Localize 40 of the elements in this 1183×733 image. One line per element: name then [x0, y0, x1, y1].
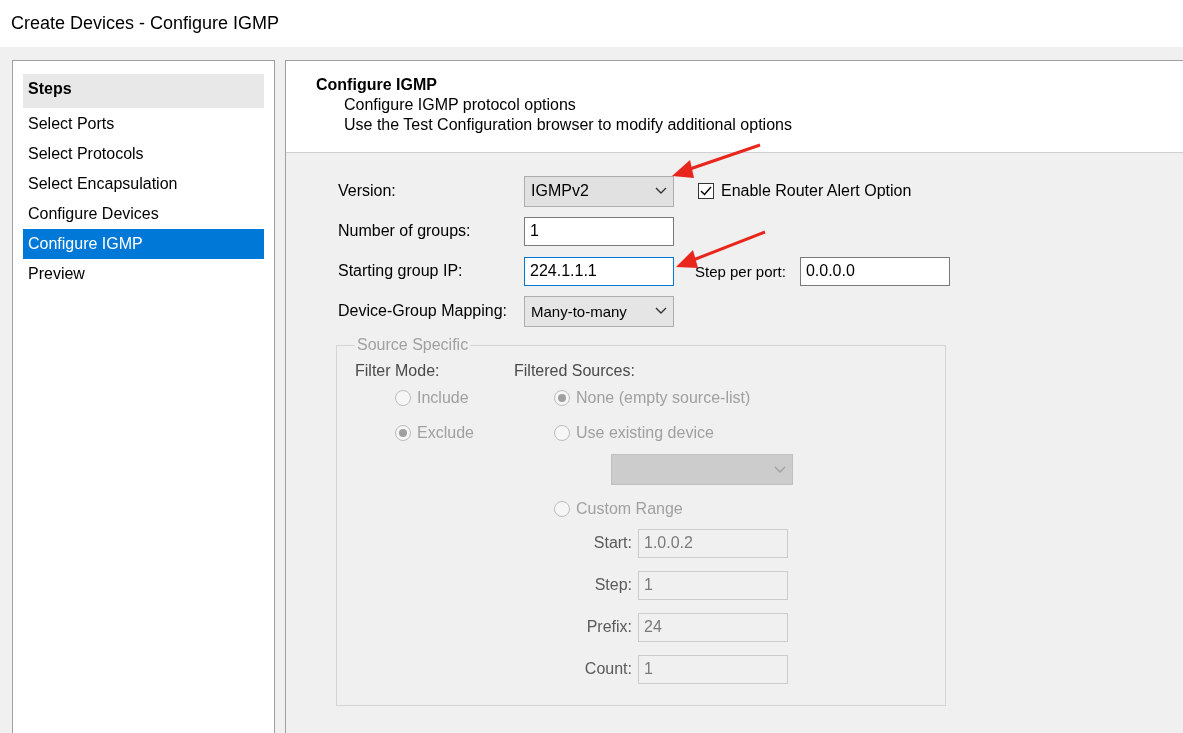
field-label: Device-Group Mapping: — [338, 302, 508, 320]
mapping-dropdown[interactable]: Many-to-many — [524, 295, 674, 327]
field-label: Prefix: — [585, 618, 633, 636]
radio-label: None (empty source-list) — [576, 388, 751, 407]
checkbox-label: Enable Router Alert Option — [721, 182, 912, 200]
field-label: Version: — [338, 182, 397, 200]
field-label: Step per port: — [695, 262, 786, 280]
field-label: Step: — [593, 576, 633, 594]
page-title: Configure IGMP — [316, 75, 438, 95]
caret-icon — [655, 187, 667, 195]
steps-title: Steps — [23, 74, 264, 108]
radio-label: Custom Range — [576, 499, 683, 518]
description-text: Configure IGMP protocol options — [343, 95, 577, 115]
caret-icon — [655, 307, 667, 315]
caret-icon — [774, 465, 786, 474]
arrow-icon — [672, 143, 761, 178]
field-label: Number of groups: — [338, 222, 472, 240]
field-label: Starting group IP: — [338, 262, 464, 280]
step-item[interactable]: Configure IGMP — [23, 229, 264, 259]
step-item[interactable]: Select Protocols — [23, 139, 264, 169]
window-title: Create Devices - Configure IGMP — [11, 13, 280, 34]
input-field[interactable]: 224.1.1.1 — [524, 256, 674, 286]
arrow-icon — [676, 230, 766, 268]
radio-label: Include — [417, 388, 469, 407]
version-dropdown[interactable]: IGMPv2 — [524, 175, 674, 207]
radio-label: Use existing device — [576, 423, 714, 442]
step-item[interactable]: Preview — [23, 259, 264, 289]
section-label: Filter Mode: — [355, 362, 441, 380]
section-label: Filtered Sources: — [514, 362, 636, 380]
field-label: Start: — [592, 534, 633, 552]
radio-label: Exclude — [417, 423, 474, 442]
checkbox[interactable] — [698, 183, 714, 199]
input-field[interactable]: 0.0.0.0 — [799, 256, 950, 286]
step-item[interactable]: Select Encapsulation — [23, 169, 264, 199]
field-label: Count: — [583, 660, 633, 678]
input-field[interactable]: 1 — [524, 216, 674, 246]
group-title: Source Specific — [356, 336, 470, 354]
step-item[interactable]: Configure Devices — [23, 199, 264, 229]
step-item[interactable]: Select Ports — [23, 109, 264, 139]
description-text: Use the Test Configuration browser to modify additional options — [343, 115, 793, 135]
